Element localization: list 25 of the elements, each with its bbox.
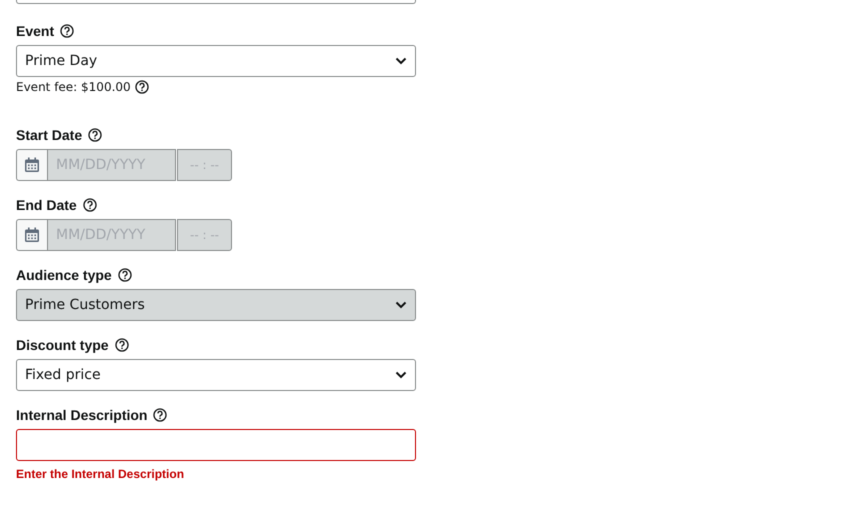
help-icon[interactable]	[134, 80, 149, 94]
help-icon[interactable]	[153, 408, 168, 422]
help-icon[interactable]	[118, 268, 132, 282]
calendar-icon[interactable]	[16, 219, 47, 251]
help-icon[interactable]	[114, 338, 129, 352]
error-message: Enter the Internal Description	[16, 467, 186, 481]
field-label: Internal Description	[16, 407, 148, 423]
chevron-icon	[395, 57, 407, 65]
field-label: Discount type	[16, 337, 109, 353]
field-label: End Date	[16, 197, 77, 213]
field-label: Start Date	[16, 127, 82, 143]
input-field[interactable]	[16, 429, 416, 461]
input-field[interactable]	[16, 0, 416, 4]
help-icon[interactable]	[60, 24, 74, 38]
chevron-icon	[395, 371, 407, 379]
field-label: Event	[16, 23, 54, 39]
dropdown[interactable]: Prime Day	[16, 45, 416, 77]
calendar-icon[interactable]	[16, 149, 47, 181]
dropdown: Prime Customers	[16, 289, 416, 321]
help-icon[interactable]	[82, 198, 97, 212]
fee-text: Event fee: $100.00	[16, 80, 131, 94]
help-icon[interactable]	[88, 128, 102, 142]
chevron-icon	[395, 301, 407, 309]
dropdown[interactable]: Fixed price	[16, 359, 416, 391]
field-label: Audience type	[16, 267, 112, 283]
